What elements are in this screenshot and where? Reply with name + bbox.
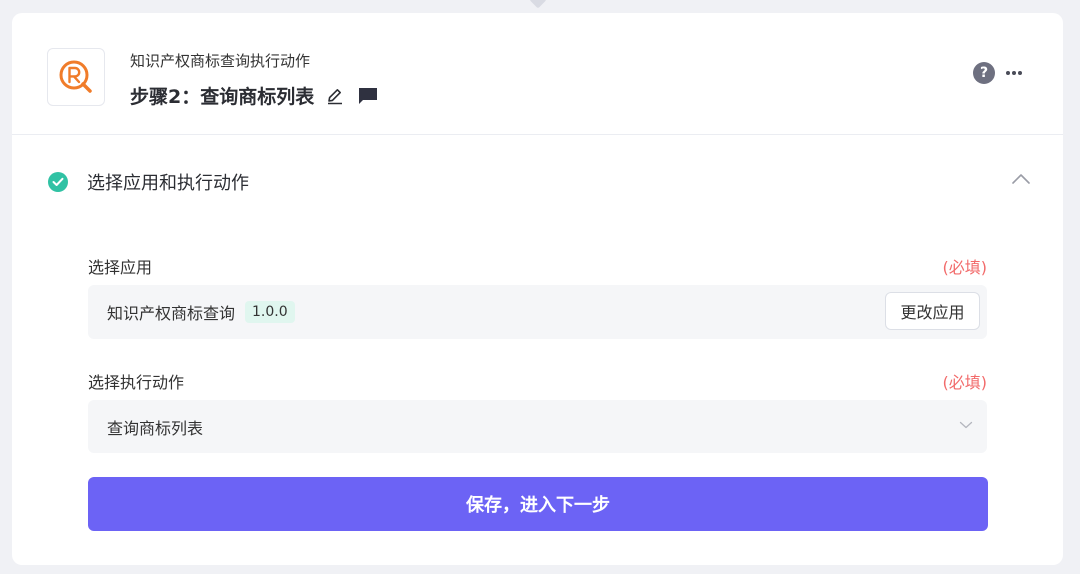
step-connector [529,0,547,9]
comment-icon[interactable] [358,87,378,105]
change-app-button[interactable]: 更改应用 [885,292,980,330]
help-icon[interactable]: ? [973,62,995,84]
app-name: 知识产权商标查询 [107,304,236,323]
step-title: 步骤2：查询商标列表 [130,86,315,108]
section-title: 选择应用和执行动作 [87,173,249,194]
more-icon[interactable] [1005,70,1023,76]
action-select-value: 查询商标列表 [107,418,204,438]
chevron-down-icon [959,421,973,429]
chevron-up-icon[interactable] [1011,173,1031,185]
check-circle-icon [48,172,68,192]
action-required-badge: (必填) [942,373,988,392]
edit-icon[interactable] [326,87,344,105]
app-field-label: 选择应用 [88,258,153,277]
step-subtitle: 知识产权商标查询执行动作 [130,52,311,70]
step-header: 知识产权商标查询执行动作 步骤2：查询商标列表 ? [12,13,1063,135]
app-required-badge: (必填) [942,258,988,277]
section-header[interactable]: 选择应用和执行动作 [48,169,249,195]
header-actions: ? [973,62,1023,84]
app-logo [47,48,105,106]
selected-app: 知识产权商标查询 1.0.0 更改应用 [88,285,987,339]
step-card: 知识产权商标查询执行动作 步骤2：查询商标列表 ? 选择应用和执行动作 选择应用… [12,13,1063,565]
trademark-search-icon [59,60,92,93]
action-select[interactable]: 查询商标列表 [88,400,987,453]
version-badge: 1.0.0 [245,301,295,323]
action-field-label: 选择执行动作 [88,373,185,392]
step-title-row: 步骤2：查询商标列表 [130,82,378,109]
save-next-button[interactable]: 保存，进入下一步 [88,477,988,531]
